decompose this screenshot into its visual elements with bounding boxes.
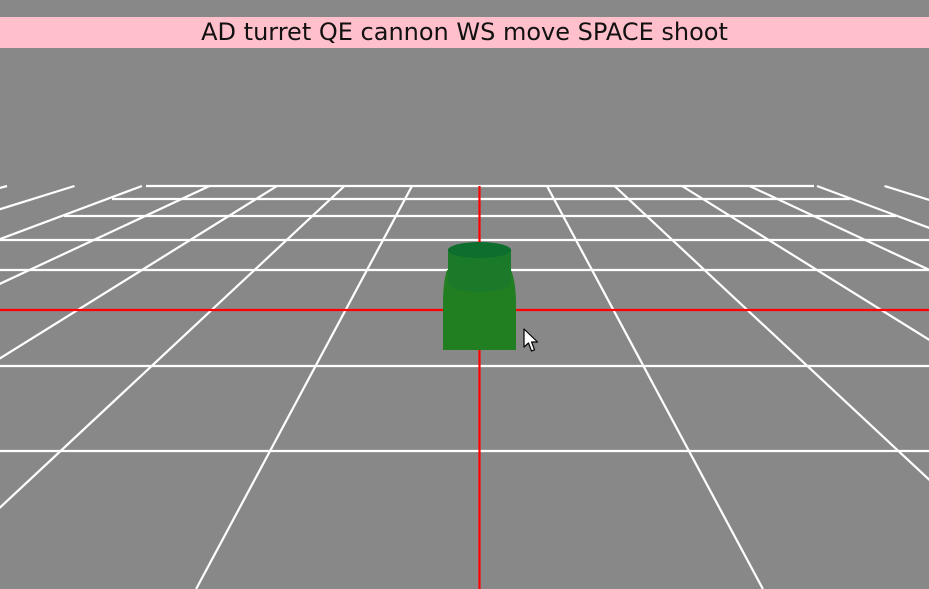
game-scene — [0, 184, 929, 589]
tank-turret — [448, 242, 511, 258]
grid-line-depth — [195, 185, 413, 589]
grid-line-depth — [749, 185, 929, 271]
grid-line-depth — [546, 185, 764, 589]
player-tank — [443, 242, 516, 350]
grid-line-depth — [0, 184, 75, 211]
controls-help-banner: AD turret QE cannon WS move SPACE shoot — [0, 17, 929, 48]
grid-line-depth — [0, 185, 346, 510]
grid-line-depth — [0, 184, 143, 241]
arrow-cursor-icon — [523, 328, 539, 352]
game-viewport[interactable]: AD turret QE cannon WS move SPACE shoot — [0, 0, 929, 589]
grid-line-depth — [816, 184, 929, 229]
grid-line-depth — [0, 184, 8, 190]
grid-line-depth — [884, 184, 929, 201]
grid-line-depth — [613, 185, 929, 482]
grid-line-depth — [681, 185, 929, 341]
tank-turret-bottom — [448, 272, 511, 292]
grid-line-depth — [0, 185, 278, 360]
